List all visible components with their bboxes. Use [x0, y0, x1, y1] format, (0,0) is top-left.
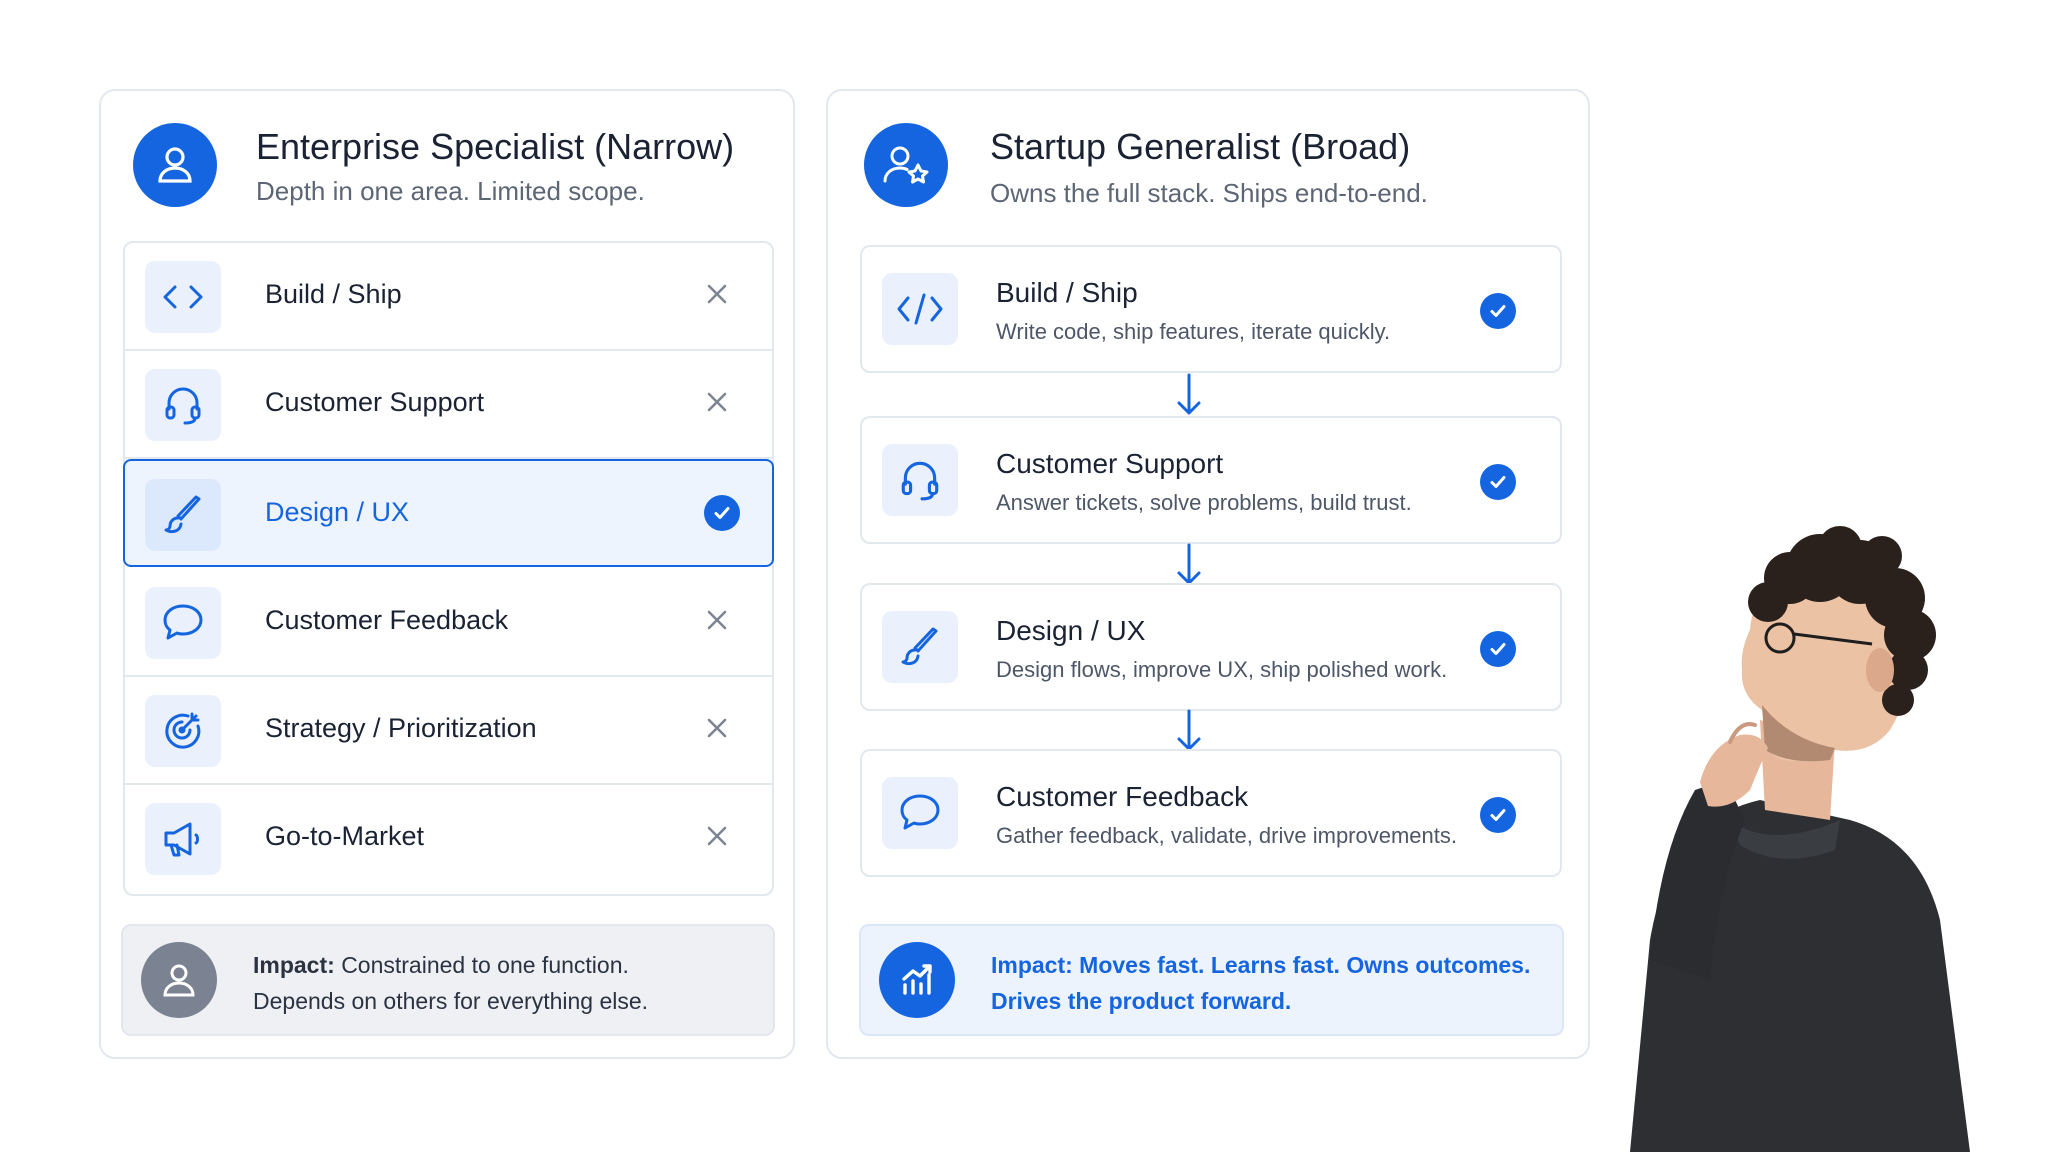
list-item-label: Customer Feedback: [265, 605, 509, 635]
startup-generalist-panel: Startup Generalist (Broad) Owns the full…: [826, 89, 1590, 1059]
panel-title: Enterprise Specialist (Narrow): [256, 126, 735, 167]
headset-icon: [145, 369, 221, 441]
impact-line-2: Depends on others for everything else.: [253, 988, 649, 1014]
code-icon: [145, 261, 221, 333]
x-icon: [707, 284, 727, 304]
list-item-label: Go-to-Market: [265, 821, 425, 851]
panel-title: Startup Generalist (Broad): [990, 126, 1411, 167]
card-description: Write code, ship features, iterate quick…: [996, 319, 1391, 344]
list-item-design-ux[interactable]: Design / UX: [123, 459, 774, 567]
list-item-label: Customer Support: [265, 387, 485, 417]
list-item-customer-support[interactable]: Customer Support: [125, 351, 772, 459]
impact-box: Impact: Constrained to one function. Dep…: [121, 924, 775, 1036]
list-item-label: Strategy / Prioritization: [265, 713, 537, 743]
check-icon: [704, 495, 740, 531]
card-title: Build / Ship: [996, 277, 1138, 308]
check-icon: [1480, 797, 1516, 833]
check-icon: [1480, 293, 1516, 329]
list-item-customer-feedback[interactable]: Customer Feedback: [125, 569, 772, 677]
headset-icon: [882, 444, 958, 516]
list-item-build-ship[interactable]: Build / Ship: [125, 243, 772, 351]
arrow-down-icon: [1177, 709, 1201, 751]
brush-icon: [882, 611, 958, 683]
brush-icon: [145, 479, 221, 551]
impact-box: Impact: Moves fast. Learns fast. Owns ou…: [859, 924, 1564, 1036]
x-icon: [707, 610, 727, 630]
enterprise-specialist-panel: Enterprise Specialist (Narrow) Depth in …: [99, 89, 795, 1059]
user-star-icon: [864, 123, 948, 207]
card-description: Design flows, improve UX, ship polished …: [996, 657, 1448, 682]
panel-subtitle: Depth in one area. Limited scope.: [256, 176, 645, 206]
panel-subtitle: Owns the full stack. Ships end-to-end.: [990, 178, 1428, 208]
list-item-go-to-market[interactable]: Go-to-Market: [125, 785, 772, 893]
x-icon: [707, 392, 727, 412]
target-icon: [145, 695, 221, 767]
user-icon: [133, 123, 217, 207]
impact-label: Impact:: [253, 952, 335, 978]
x-icon: [707, 826, 727, 846]
card-title: Design / UX: [996, 615, 1146, 646]
check-icon: [1480, 464, 1516, 500]
megaphone-icon: [145, 803, 221, 875]
card-customer-support[interactable]: Customer Support Answer tickets, solve p…: [860, 416, 1562, 544]
card-description: Gather feedback, validate, drive improve…: [996, 823, 1458, 848]
code-icon: [882, 273, 958, 345]
x-icon: [707, 718, 727, 738]
arrow-down-icon: [1177, 543, 1201, 585]
list-item-label: Build / Ship: [265, 279, 402, 309]
user-icon: [141, 942, 217, 1018]
growth-chart-icon: [879, 942, 955, 1018]
card-title: Customer Support: [996, 448, 1224, 479]
thinking-person-illustration: [1630, 526, 1970, 1152]
check-icon: [1480, 631, 1516, 667]
chat-bubble-icon: [145, 587, 221, 659]
card-description: Answer tickets, solve problems, build tr…: [996, 490, 1412, 515]
list-item-label: Design / UX: [265, 497, 410, 527]
list-item-strategy[interactable]: Strategy / Prioritization: [125, 677, 772, 785]
impact-line-1: Impact: Moves fast. Learns fast. Owns ou…: [991, 952, 1531, 978]
impact-line-1: Constrained to one function.: [341, 952, 629, 978]
card-design-ux[interactable]: Design / UX Design flows, improve UX, sh…: [860, 583, 1562, 711]
arrow-down-icon: [1177, 373, 1201, 415]
specialist-skill-list: Build / Ship Customer Support Design / U…: [123, 241, 774, 896]
card-customer-feedback[interactable]: Customer Feedback Gather feedback, valid…: [860, 749, 1562, 877]
impact-line-2: Drives the product forward.: [991, 988, 1292, 1014]
chat-bubble-icon: [882, 777, 958, 849]
card-title: Customer Feedback: [996, 781, 1249, 812]
card-build-ship[interactable]: Build / Ship Write code, ship features, …: [860, 245, 1562, 373]
